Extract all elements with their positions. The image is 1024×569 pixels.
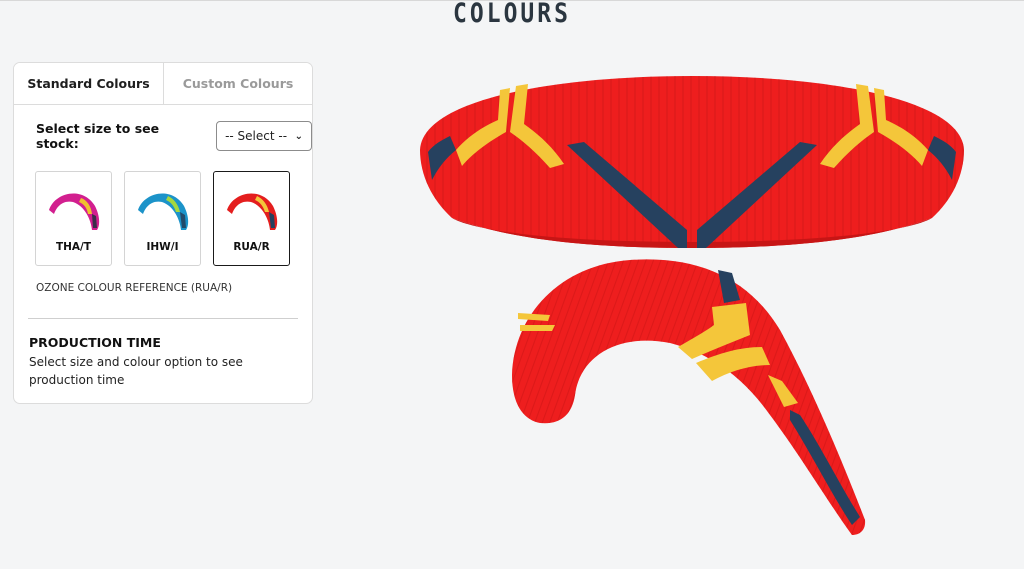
wing-side-view-image [512, 259, 866, 535]
tab-custom-colours[interactable]: Custom Colours [163, 63, 312, 104]
swatch-ihw-i[interactable]: IHW/I [124, 171, 201, 266]
wing-thumbnail-icon [227, 193, 278, 230]
colour-options-panel: Standard Colours Custom Colours Select s… [13, 62, 313, 404]
colour-swatches: THA/T IHW/I RUA/R [35, 171, 290, 266]
swatch-label: IHW/I [146, 241, 179, 253]
colour-reference: OZONE COLOUR REFERENCE (RUA/R) [36, 282, 233, 294]
page-title: COLOURS [453, 0, 571, 29]
wing-thumbnail-icon [49, 193, 100, 230]
swatch-label: RUA/R [233, 241, 270, 253]
divider [28, 318, 298, 319]
stock-row: Select size to see stock: -- Select -- ⌄ [36, 121, 312, 151]
size-select[interactable]: -- Select -- ⌄ [216, 121, 312, 151]
chevron-down-icon: ⌄ [294, 130, 303, 142]
stock-label: Select size to see stock: [36, 121, 160, 151]
production-time-text: Select size and colour option to see pro… [29, 355, 243, 387]
wing-top-view-image [420, 76, 964, 248]
colour-tabs: Standard Colours Custom Colours [14, 63, 312, 105]
production-time-title: PRODUCTION TIME [29, 335, 161, 350]
tab-standard-colours[interactable]: Standard Colours [14, 63, 163, 104]
wing-thumbnail-icon [138, 193, 189, 230]
swatch-rua-r[interactable]: RUA/R [213, 171, 290, 266]
size-select-value: -- Select -- [225, 129, 288, 143]
swatch-label: THA/T [55, 241, 92, 253]
swatch-tha-t[interactable]: THA/T [35, 171, 112, 266]
